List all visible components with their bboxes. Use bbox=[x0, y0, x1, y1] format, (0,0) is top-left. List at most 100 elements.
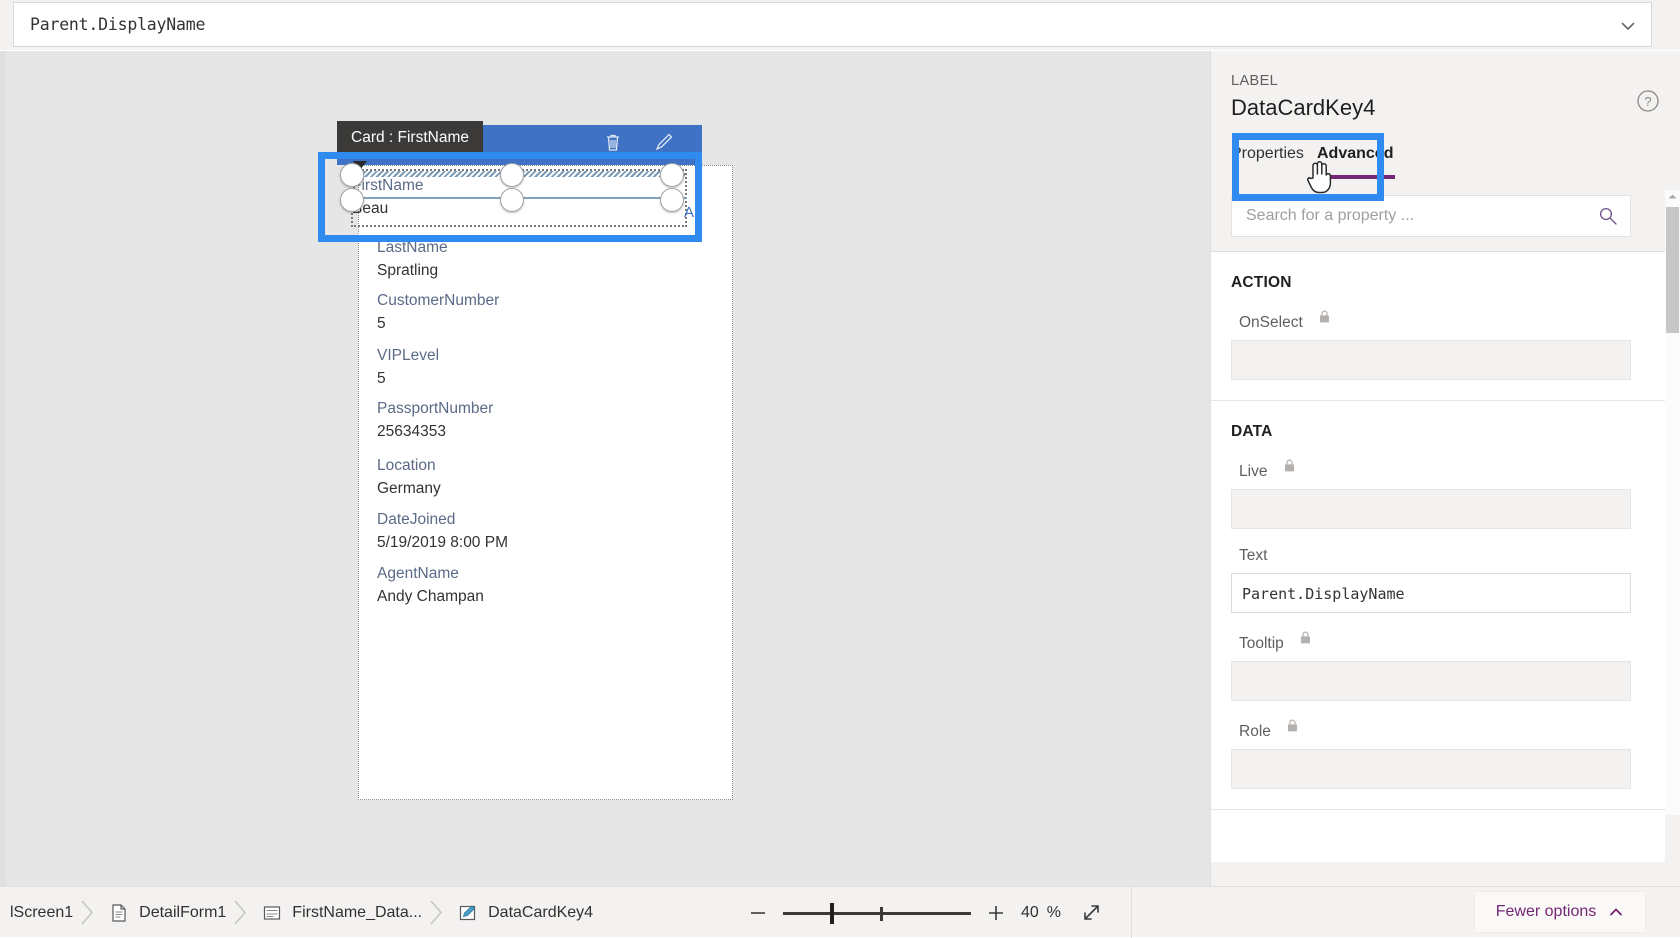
property-value-input[interactable] bbox=[1231, 661, 1631, 701]
field-label: AgentName bbox=[377, 565, 459, 582]
minus-icon[interactable] bbox=[745, 900, 771, 926]
property-list[interactable]: ACTION OnSelect DATA Live Text Parent.Di… bbox=[1211, 252, 1665, 862]
help-circle-icon[interactable]: ? bbox=[1636, 89, 1660, 113]
formula-input[interactable]: Parent.DisplayName bbox=[13, 2, 1652, 47]
property-row: Text Parent.DisplayName bbox=[1211, 547, 1665, 613]
zoom-percent-sign: % bbox=[1046, 903, 1062, 921]
form-field[interactable]: DateJoined 5/19/2019 8:00 PM bbox=[377, 510, 717, 554]
breadcrumb-item-screen[interactable]: lScreen1 bbox=[0, 887, 77, 938]
tab-active-indicator bbox=[1317, 175, 1395, 179]
property-value-text bbox=[1232, 490, 1630, 501]
form-field[interactable]: Location Germany bbox=[377, 456, 717, 500]
field-value: 5/19/2019 8:00 PM bbox=[377, 534, 508, 551]
resize-handle-mid-right[interactable] bbox=[660, 188, 684, 212]
property-row: Tooltip bbox=[1211, 631, 1665, 701]
tab-properties[interactable]: Properties bbox=[1231, 145, 1304, 173]
form-field[interactable]: VIPLevel 5 bbox=[377, 346, 717, 390]
property-value-input[interactable] bbox=[1231, 489, 1631, 529]
field-value: Spratling bbox=[377, 262, 439, 279]
zoom-slider[interactable] bbox=[783, 900, 971, 926]
search-icon[interactable] bbox=[1598, 206, 1618, 226]
property-label: Role bbox=[1239, 723, 1271, 740]
field-value: Germany bbox=[377, 480, 441, 497]
svg-text:?: ? bbox=[1644, 94, 1651, 109]
section-title: ACTION bbox=[1231, 274, 1292, 291]
zoom-slider-tick bbox=[880, 906, 883, 921]
breadcrumb-label: FirstName_Data... bbox=[292, 903, 423, 921]
label-type-marker: A bbox=[684, 204, 695, 221]
pencil-square-icon bbox=[460, 904, 476, 920]
property-section-action: ACTION OnSelect bbox=[1211, 274, 1665, 401]
resize-handle-mid-center[interactable] bbox=[500, 188, 524, 212]
panel-scrollbar-thumb[interactable] bbox=[1666, 207, 1679, 333]
form-field[interactable]: CustomerNumber 5 bbox=[377, 291, 717, 335]
resize-handle-top-right[interactable] bbox=[660, 163, 684, 187]
panel-control-kind: LABEL bbox=[1231, 73, 1279, 89]
breadcrumb-item-form[interactable]: DetailForm1 bbox=[99, 887, 230, 938]
chevron-down-icon[interactable] bbox=[1619, 17, 1637, 35]
property-row: OnSelect bbox=[1211, 310, 1665, 380]
property-value-text bbox=[1232, 750, 1630, 761]
card-icon bbox=[264, 905, 281, 920]
resize-handle-top-left[interactable] bbox=[340, 163, 364, 187]
breadcrumb: lScreen1 DetailForm1 FirstName_Data... D… bbox=[0, 887, 597, 938]
fit-screen-icon[interactable] bbox=[1078, 900, 1104, 926]
panel-control-name: DataCardKey4 bbox=[1231, 95, 1376, 120]
property-panel-header: LABEL DataCardKey4 ? Properties Advanced bbox=[1211, 51, 1680, 181]
field-value: 25634353 bbox=[377, 423, 446, 440]
zoom-slider-track bbox=[783, 911, 971, 915]
field-label: Location bbox=[377, 457, 436, 474]
form-field[interactable]: AgentName Andy Champan bbox=[377, 564, 717, 608]
resize-handle-mid-left[interactable] bbox=[340, 188, 364, 212]
section-title: DATA bbox=[1231, 423, 1273, 440]
property-label: OnSelect bbox=[1239, 314, 1303, 331]
lock-icon bbox=[1284, 459, 1294, 472]
pencil-icon[interactable] bbox=[653, 131, 675, 153]
search-input[interactable]: Search for a property ... bbox=[1231, 195, 1631, 237]
breadcrumb-item-datacard[interactable]: FirstName_Data... bbox=[252, 887, 426, 938]
search-placeholder: Search for a property ... bbox=[1246, 207, 1415, 224]
formula-bar: Parent.DisplayName bbox=[0, 0, 1680, 50]
property-search-row: Search for a property ... bbox=[1211, 181, 1680, 252]
lock-icon bbox=[1320, 310, 1330, 323]
breadcrumb-item-label[interactable]: DataCardKey4 bbox=[448, 887, 597, 938]
zoom-controls: 40 % bbox=[745, 887, 1061, 938]
chevron-right-icon bbox=[430, 900, 443, 925]
status-bar: lScreen1 DetailForm1 FirstName_Data... D… bbox=[0, 886, 1680, 938]
field-value: 5 bbox=[377, 315, 386, 332]
fewer-options-label: Fewer options bbox=[1495, 903, 1597, 920]
breadcrumb-label: DataCardKey4 bbox=[488, 903, 594, 921]
property-label: Text bbox=[1239, 547, 1268, 564]
property-value-input[interactable] bbox=[1231, 749, 1631, 789]
property-panel-tabs: Properties Advanced bbox=[1211, 145, 1680, 181]
document-icon bbox=[112, 903, 126, 922]
formula-text: Parent.DisplayName bbox=[30, 15, 206, 34]
zoom-level-value: 40 bbox=[1021, 903, 1039, 921]
chevron-up-icon bbox=[1610, 908, 1623, 916]
lock-icon bbox=[1301, 631, 1311, 644]
property-value-input[interactable]: Parent.DisplayName bbox=[1231, 573, 1631, 613]
fewer-options-button[interactable]: Fewer options bbox=[1474, 891, 1646, 933]
field-label: PassportNumber bbox=[377, 400, 494, 417]
property-value-input[interactable] bbox=[1231, 340, 1631, 380]
canvas-left-strip bbox=[0, 51, 6, 886]
tab-advanced[interactable]: Advanced bbox=[1317, 145, 1393, 173]
field-value: Andy Champan bbox=[377, 588, 484, 605]
property-panel: LABEL DataCardKey4 ? Properties Advanced… bbox=[1210, 51, 1680, 886]
chevron-right-icon bbox=[81, 900, 94, 925]
plus-icon[interactable] bbox=[983, 900, 1009, 926]
scroll-up-arrow-icon[interactable] bbox=[1667, 191, 1678, 202]
property-value-text: Parent.DisplayName bbox=[1242, 585, 1405, 603]
property-section-data: DATA Live Text Parent.DisplayName Toolti… bbox=[1211, 423, 1665, 810]
lock-icon bbox=[1288, 719, 1298, 732]
form-field[interactable]: PassportNumber 25634353 bbox=[377, 399, 717, 443]
resize-handle-top-center[interactable] bbox=[500, 163, 524, 187]
property-row: Live bbox=[1211, 459, 1665, 529]
property-label: Tooltip bbox=[1239, 635, 1284, 652]
trash-icon[interactable] bbox=[602, 131, 624, 153]
zoom-slider-thumb[interactable] bbox=[830, 902, 834, 924]
card-tooltip: Card : FirstName bbox=[337, 121, 483, 154]
detail-form[interactable]: LastName Spratling CustomerNumber 5 VIPL… bbox=[358, 165, 733, 800]
form-field[interactable]: LastName Spratling bbox=[377, 238, 717, 282]
property-value-text bbox=[1232, 341, 1630, 352]
